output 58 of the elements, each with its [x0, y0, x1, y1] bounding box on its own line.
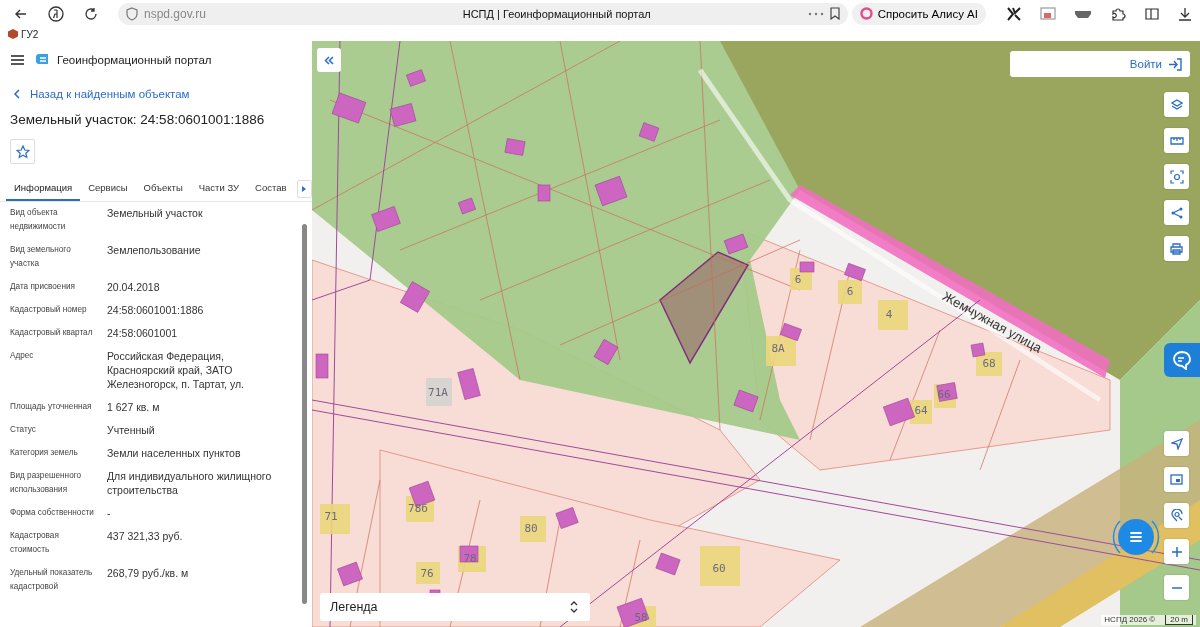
- field-value: 437 321,33 руб.: [107, 529, 184, 544]
- field-label: Дата присвоения: [10, 281, 76, 293]
- url-text: nspd.gov.ru: [144, 6, 206, 21]
- page-title: НСПД | Геоинформационный портал: [461, 7, 652, 20]
- field-label: Вид земельного участка: [10, 244, 72, 270]
- house-number: 6: [846, 285, 854, 298]
- house-number: 8А: [771, 342, 785, 355]
- house-number: 58: [634, 611, 648, 624]
- field-value: -: [107, 506, 112, 520]
- field-label: Вид объекта недвижимости: [10, 207, 67, 233]
- field-value: 24:58:0601001: [107, 326, 179, 340]
- house-number: 60: [712, 562, 726, 575]
- field-label: Кадастровый номер: [10, 304, 88, 316]
- legend-dropdown[interactable]: Легенда: [320, 593, 590, 621]
- house-number: 71А: [428, 386, 448, 399]
- field-value: Земли населенных пунктов: [107, 446, 242, 460]
- field-value: Учтенный: [107, 423, 156, 437]
- house-number: 80: [524, 522, 538, 535]
- field-label: Форма собственности: [10, 507, 95, 519]
- field-label: Площадь уточненная: [10, 401, 93, 413]
- house-number: 4: [885, 308, 893, 321]
- field-label: Кадастровая стоимость: [10, 530, 60, 556]
- house-number: 71: [324, 510, 338, 523]
- bookmark-item[interactable]: ГУ2: [8, 28, 39, 40]
- object-title: Земельный участок: 24:58:0601001:1886: [10, 112, 266, 127]
- field-value: Земельный участок: [107, 206, 204, 221]
- field-value: Для индивидуального жилищного строительства: [107, 469, 273, 497]
- portal-title: Геоинформационный портал: [57, 54, 212, 66]
- tab[interactable]: Объекты: [135, 177, 191, 201]
- field-label: Вид разрешенного использования: [10, 470, 83, 496]
- address-bar[interactable]: nspd.gov.ru НСПД | Геоинформационный портал: [118, 2, 848, 25]
- tab[interactable]: Информация: [6, 177, 81, 201]
- back-link[interactable]: Назад к найденным объектам: [13, 88, 190, 100]
- house-number: 6: [794, 273, 802, 286]
- house-number: 78б: [408, 502, 428, 515]
- ask-alice-button[interactable]: Спросить Алису AI: [851, 2, 986, 25]
- login-button[interactable]: Войти: [1010, 51, 1190, 77]
- tab[interactable]: Состав: [247, 177, 295, 201]
- field-label: Адрес: [10, 350, 35, 362]
- field-value: Землепользование: [107, 243, 202, 258]
- house-number: 66: [937, 388, 951, 401]
- field-label: Кадастровый квартал: [10, 327, 94, 339]
- tab[interactable]: Части ЗУ: [190, 177, 248, 201]
- field-value: 24:58:0601001:1886: [107, 303, 205, 317]
- house-number: 76: [420, 567, 434, 580]
- field-value: 1 627 кв. м: [107, 400, 161, 414]
- field-label: Удельный показатель кадастровой: [10, 567, 94, 593]
- attribution-text: НСПД 2026 ©: [1104, 615, 1156, 625]
- field-value: Российская Федерация, Красноярский край, ЗАТО Железногорск, п. Тартат, ул.: [107, 349, 245, 391]
- scale-bar: 20 m: [1165, 615, 1193, 625]
- field-label: Статус: [10, 424, 37, 436]
- house-number: 64: [914, 404, 928, 417]
- field-value: 20.04.2018: [107, 280, 161, 294]
- field-value: 268,79 руб./кв. м: [107, 566, 190, 581]
- house-number: 78: [463, 552, 477, 565]
- tab[interactable]: Сервисы: [80, 177, 136, 201]
- house-number: 68: [982, 357, 996, 370]
- field-label: Категория земель: [10, 447, 79, 459]
